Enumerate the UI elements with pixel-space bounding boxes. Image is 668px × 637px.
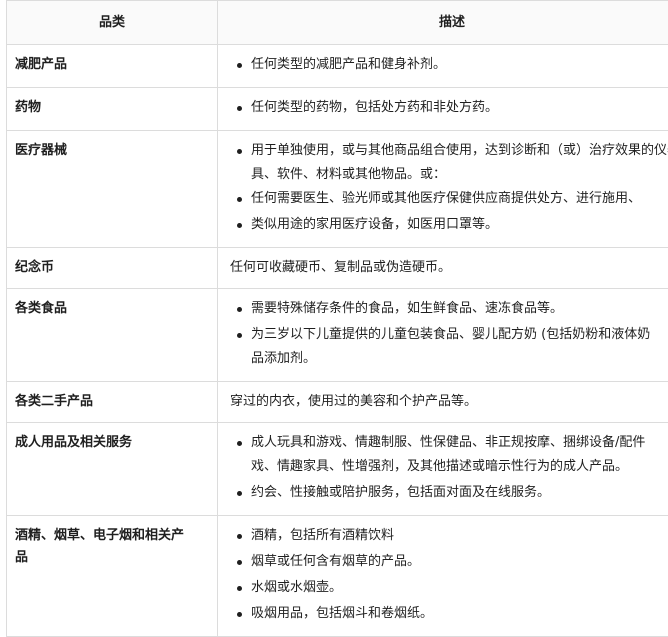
header-description: 描述 <box>218 1 668 45</box>
description-list: 成人玩具和游戏、情趣制服、性保健品、非正规按摩、捆绑设备/配件 戏、情趣家具、性… <box>231 431 668 505</box>
description-cell: 穿过的内衣，使用过的美容和个护产品等。 <box>218 382 668 423</box>
table-row: 纪念币 任何可收藏硬币、复制品或伪造硬币。 <box>7 248 668 289</box>
list-item: 需要特殊储存条件的食品，如生鲜食品、速冻食品等。 <box>231 297 668 321</box>
list-item: 任何类型的减肥产品和健身补剂。 <box>231 53 668 77</box>
description-list: 用于单独使用，或与其他商品组合使用，达到诊断和（或）治疗效果的仪器、器 具、软件… <box>231 139 668 237</box>
category-cell: 药物 <box>7 88 218 131</box>
list-item: 任何类型的药物，包括处方药和非处方药。 <box>231 96 668 120</box>
description-cell: 任何类型的药物，包括处方药和非处方药。 <box>218 88 668 131</box>
list-item-line: 品添加剂。 <box>251 347 668 371</box>
table-row: 药物 任何类型的药物，包括处方药和非处方药。 <box>7 88 668 131</box>
description-cell: 酒精，包括所有酒精饮料 烟草或任何含有烟草的产品。 水烟或水烟壶。 吸烟用品，包… <box>218 516 668 637</box>
header-category: 品类 <box>7 1 218 45</box>
category-cell: 酒精、烟草、电子烟和相关产 品 <box>7 516 218 637</box>
list-item: 约会、性接触或陪护服务，包括面对面及在线服务。 <box>231 481 668 505</box>
list-item-line: 用于单独使用，或与其他商品组合使用，达到诊断和（或）治疗效果的仪器、器 <box>251 139 668 163</box>
category-cell: 医疗器械 <box>7 131 218 248</box>
description-cell: 用于单独使用，或与其他商品组合使用，达到诊断和（或）治疗效果的仪器、器 具、软件… <box>218 131 668 248</box>
category-cell: 减肥产品 <box>7 45 218 88</box>
description-list: 任何类型的药物，包括处方药和非处方药。 <box>231 96 668 120</box>
category-line: 酒精、烟草、电子烟和相关产 <box>15 525 209 547</box>
description-cell: 成人玩具和游戏、情趣制服、性保健品、非正规按摩、捆绑设备/配件 戏、情趣家具、性… <box>218 423 668 516</box>
description-list: 酒精，包括所有酒精饮料 烟草或任何含有烟草的产品。 水烟或水烟壶。 吸烟用品，包… <box>231 524 668 626</box>
list-item-line: 成人玩具和游戏、情趣制服、性保健品、非正规按摩、捆绑设备/配件 <box>251 431 668 455</box>
description-cell: 需要特殊储存条件的食品，如生鲜食品、速冻食品等。 为三岁以下儿童提供的儿童包装食… <box>218 289 668 382</box>
list-item: 成人玩具和游戏、情趣制服、性保健品、非正规按摩、捆绑设备/配件 戏、情趣家具、性… <box>231 431 668 479</box>
description-cell: 任何类型的减肥产品和健身补剂。 <box>218 45 668 88</box>
description-cell: 任何可收藏硬币、复制品或伪造硬币。 <box>218 248 668 289</box>
list-item: 烟草或任何含有烟草的产品。 <box>231 550 668 574</box>
table-header-row: 品类 描述 <box>7 1 668 45</box>
prohibited-categories-table: 品类 描述 减肥产品 任何类型的减肥产品和健身补剂。 药物 任何类型的药物，包括… <box>6 0 668 637</box>
policy-table-container: 品类 描述 减肥产品 任何类型的减肥产品和健身补剂。 药物 任何类型的药物，包括… <box>6 0 668 637</box>
list-item-line: 戏、情趣家具、性增强剂，及其他描述或暗示性行为的成人产品。 <box>251 455 668 479</box>
description-list: 任何类型的减肥产品和健身补剂。 <box>231 53 668 77</box>
table-row: 成人用品及相关服务 成人玩具和游戏、情趣制服、性保健品、非正规按摩、捆绑设备/配… <box>7 423 668 516</box>
list-item-line: 具、软件、材料或其他物品。或： <box>251 163 668 187</box>
list-item-line: 为三岁以下儿童提供的儿童包装食品、婴儿配方奶 (包括奶粉和液体奶 <box>251 323 668 347</box>
list-item: 类似用途的家用医疗设备，如医用口罩等。 <box>231 213 668 237</box>
category-cell: 成人用品及相关服务 <box>7 423 218 516</box>
category-line: 品 <box>15 547 209 569</box>
category-cell: 纪念币 <box>7 248 218 289</box>
list-item: 用于单独使用，或与其他商品组合使用，达到诊断和（或）治疗效果的仪器、器 具、软件… <box>231 139 668 187</box>
description-list: 需要特殊储存条件的食品，如生鲜食品、速冻食品等。 为三岁以下儿童提供的儿童包装食… <box>231 297 668 371</box>
list-item: 为三岁以下儿童提供的儿童包装食品、婴儿配方奶 (包括奶粉和液体奶 品添加剂。 <box>231 323 668 371</box>
table-row: 医疗器械 用于单独使用，或与其他商品组合使用，达到诊断和（或）治疗效果的仪器、器… <box>7 131 668 248</box>
category-cell: 各类食品 <box>7 289 218 382</box>
list-item: 酒精，包括所有酒精饮料 <box>231 524 668 548</box>
list-item: 水烟或水烟壶。 <box>231 576 668 600</box>
table-row: 各类二手产品 穿过的内衣，使用过的美容和个护产品等。 <box>7 382 668 423</box>
list-item: 任何需要医生、验光师或其他医疗保健供应商提供处方、进行施用、 <box>231 187 668 211</box>
table-row: 酒精、烟草、电子烟和相关产 品 酒精，包括所有酒精饮料 烟草或任何含有烟草的产品… <box>7 516 668 637</box>
table-row: 减肥产品 任何类型的减肥产品和健身补剂。 <box>7 45 668 88</box>
list-item: 吸烟用品，包括烟斗和卷烟纸。 <box>231 602 668 626</box>
category-cell: 各类二手产品 <box>7 382 218 423</box>
table-row: 各类食品 需要特殊储存条件的食品，如生鲜食品、速冻食品等。 为三岁以下儿童提供的… <box>7 289 668 382</box>
